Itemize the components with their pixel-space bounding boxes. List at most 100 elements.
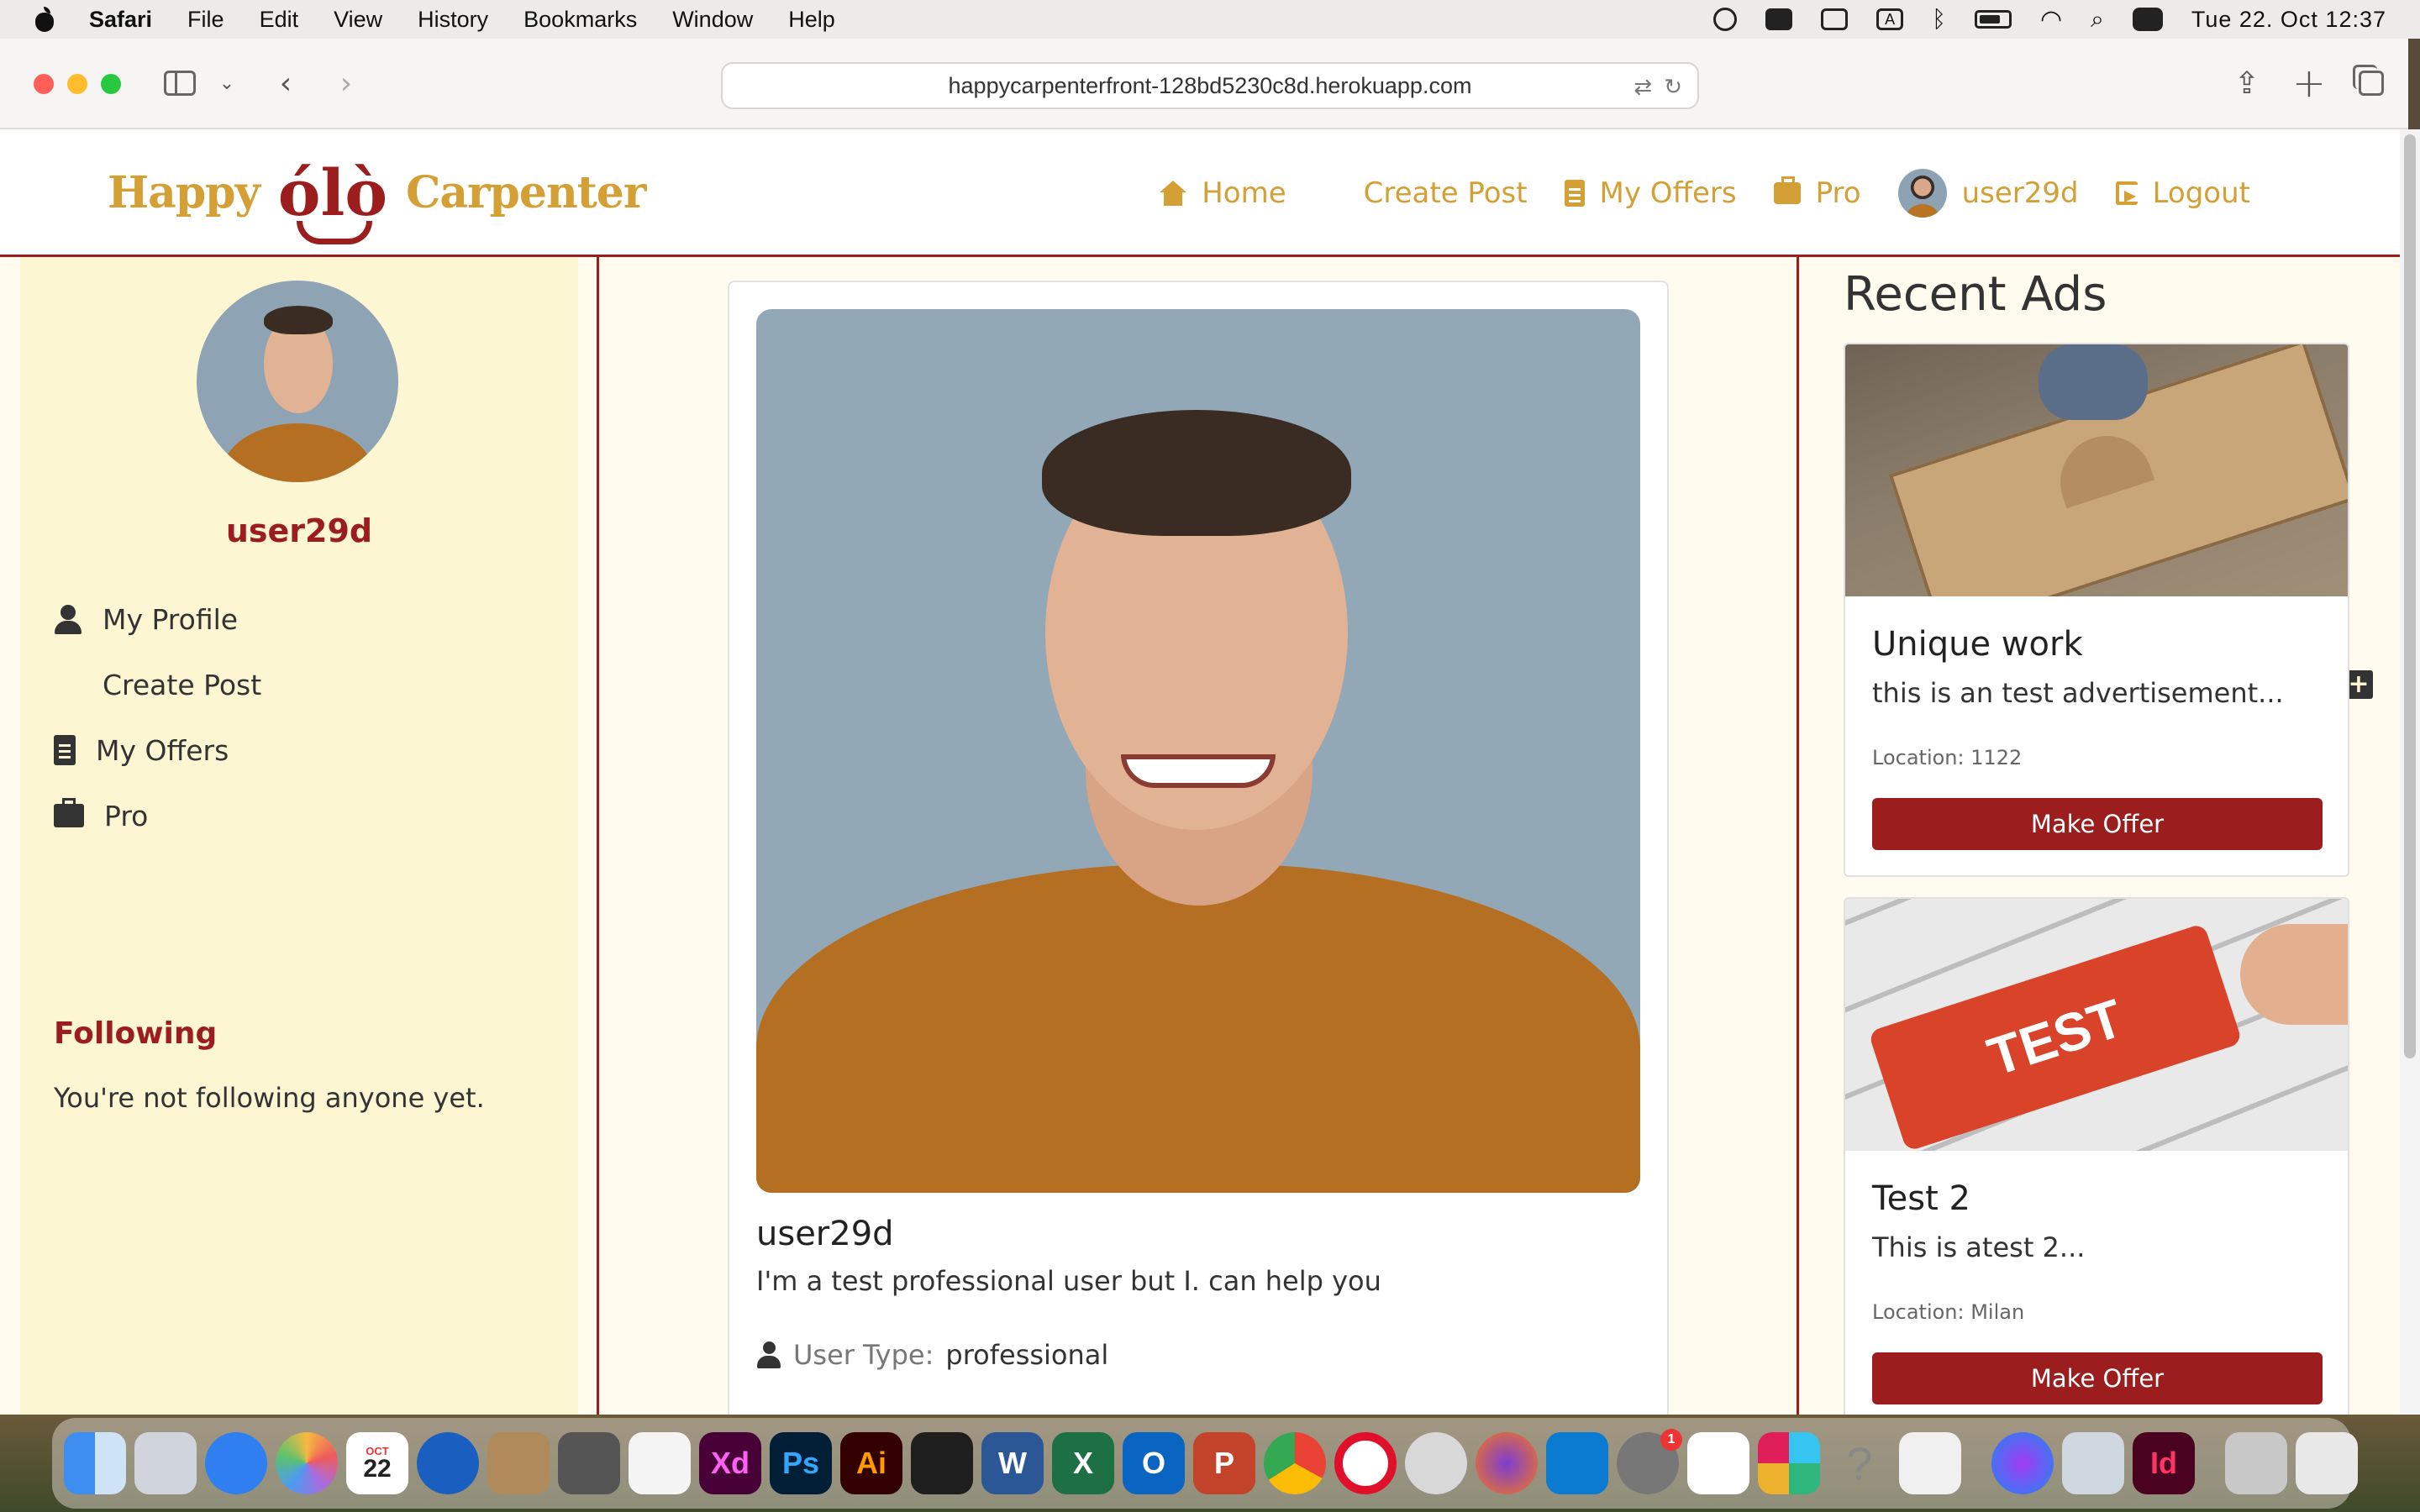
nav-logout[interactable]: Logout	[2115, 176, 2250, 210]
word-icon[interactable]: W	[981, 1432, 1044, 1494]
sidebar-item-create-post[interactable]: + Create Post	[54, 652, 2373, 717]
sidebar-item-pro[interactable]: Pro	[54, 783, 261, 848]
firefox-icon[interactable]	[1476, 1432, 1538, 1494]
reload-icon[interactable]: ↻	[1664, 74, 1682, 100]
ad-location: Location: 1122	[1872, 746, 2023, 769]
xd-label: Xd	[710, 1446, 750, 1480]
nav-create-post[interactable]: +Create Post	[1323, 176, 1528, 210]
close-window-icon[interactable]	[34, 74, 54, 94]
sidebar-item-label: Pro	[104, 799, 149, 832]
sidebar-icon	[164, 71, 196, 96]
minimize-window-icon[interactable]	[67, 74, 87, 94]
textedit-icon[interactable]	[629, 1432, 691, 1494]
xd-icon[interactable]: Xd	[699, 1432, 761, 1494]
fullscreen-window-icon[interactable]	[101, 74, 121, 94]
sidebar-item-my-offers[interactable]: My Offers	[54, 717, 261, 783]
nav-pro[interactable]: Pro	[1773, 176, 1861, 210]
spotlight-icon[interactable]: ⌕	[2091, 6, 2104, 34]
calendar-icon[interactable]: OCT 22	[346, 1432, 408, 1494]
translate-icon[interactable]: ⇄	[1634, 74, 1652, 100]
make-offer-button[interactable]: Make Offer	[1872, 798, 2323, 850]
chevron-down-icon[interactable]: ⌄	[217, 64, 237, 102]
system-settings-icon[interactable]: 1	[1617, 1429, 1682, 1494]
photoshop-icon[interactable]: Ps	[770, 1432, 832, 1494]
sidebar-avatar[interactable]	[197, 281, 398, 482]
profile-card: user29d I'm a test professional user but…	[728, 281, 1669, 1415]
chrome-icon[interactable]	[1264, 1432, 1326, 1494]
menu-view[interactable]: View	[334, 7, 382, 33]
downloads-icon[interactable]	[2225, 1432, 2287, 1494]
excel-icon[interactable]: X	[1052, 1432, 1114, 1494]
nav-user[interactable]: user29d	[1897, 169, 2079, 218]
wifi-icon[interactable]: ◠	[2040, 5, 2062, 34]
preview-icon[interactable]	[2062, 1432, 2124, 1494]
ad-title: Test 2	[1872, 1179, 1970, 1218]
new-tab-button[interactable]: +	[2291, 60, 2328, 107]
tab-overview-button[interactable]	[2353, 64, 2390, 102]
input-source-icon[interactable]: A	[1876, 8, 1904, 30]
status-area: A ᛒ ◠ ⌕ Tue 22. Oct 12:37	[1713, 0, 2386, 39]
vscode-icon[interactable]	[1546, 1432, 1608, 1494]
capcut-icon[interactable]	[1687, 1432, 1749, 1494]
opera-icon[interactable]	[1334, 1432, 1397, 1494]
drive-icon[interactable]	[1765, 8, 1793, 30]
share-button[interactable]: ⇪	[2228, 64, 2265, 102]
back-button[interactable]: ‹	[269, 64, 302, 102]
illustrator-icon[interactable]: Ai	[840, 1432, 902, 1494]
creative-cloud-icon[interactable]	[1713, 8, 1738, 31]
control-center-icon[interactable]	[2132, 8, 2163, 31]
menu-help[interactable]: Help	[788, 7, 835, 33]
address-bar[interactable]: happycarpenterfront-128bd5230c8d.herokua…	[721, 62, 1699, 109]
site-logo[interactable]: Happy ólò Carpenter	[108, 146, 646, 244]
contacts-icon[interactable]	[487, 1432, 550, 1494]
nav-home[interactable]: Home	[1160, 176, 1286, 210]
logo-mark: ólò	[278, 155, 387, 244]
photo-shirt	[756, 864, 1640, 1193]
outlook-icon[interactable]: O	[1123, 1432, 1185, 1494]
macos-dock: OCT 22 Xd Ps Ai W X O P 1 ? Id	[52, 1418, 2358, 1509]
nav-username: user29d	[1961, 176, 2079, 210]
photos-icon[interactable]	[276, 1432, 338, 1494]
help-icon[interactable]: ?	[1828, 1432, 1891, 1494]
forward-button[interactable]: ›	[329, 64, 363, 102]
finder-icon[interactable]	[64, 1432, 126, 1494]
sidebar-item-my-profile[interactable]: My Profile	[54, 586, 261, 652]
logo-word-carpenter: Carpenter	[406, 166, 646, 218]
menu-window[interactable]: Window	[672, 7, 753, 33]
address-bar-actions: ⇄ ↻	[1634, 74, 1682, 100]
clipboard-icon	[54, 735, 76, 765]
menubar-clock[interactable]: Tue 22. Oct 12:37	[2191, 7, 2386, 33]
slack-icon[interactable]	[1758, 1432, 1820, 1494]
bluetooth-icon[interactable]: ᛒ	[1932, 6, 1946, 33]
page-scrollbar-thumb[interactable]	[2404, 134, 2416, 1058]
indesign-icon[interactable]: Id	[2133, 1432, 2195, 1494]
sidebar-toggle-button[interactable]	[161, 64, 198, 102]
battery-icon[interactable]	[1974, 10, 2012, 29]
trash-icon[interactable]	[2296, 1432, 2358, 1494]
nav-my-offers[interactable]: My Offers	[1564, 176, 1737, 210]
messenger-icon[interactable]	[1991, 1432, 2054, 1494]
nav-links: Home +Create Post My Offers Pro user29d …	[1160, 129, 2250, 257]
menu-bookmarks[interactable]: Bookmarks	[523, 7, 637, 33]
whatsapp-icon[interactable]	[1405, 1432, 1467, 1494]
screen-mirror-icon[interactable]	[1821, 8, 1849, 30]
calculator-icon[interactable]	[558, 1432, 620, 1494]
ad-image-test-key[interactable]: TEST	[1845, 899, 2348, 1151]
user-type-value: professional	[945, 1339, 1109, 1371]
freeform-icon[interactable]	[1899, 1432, 1961, 1494]
window-controls	[34, 74, 121, 94]
thunderbird-icon[interactable]	[417, 1432, 479, 1494]
menu-app-name[interactable]: Safari	[89, 7, 152, 33]
powerpoint-icon[interactable]: P	[1193, 1432, 1255, 1494]
figma-icon[interactable]	[911, 1432, 973, 1494]
apple-menu-icon[interactable]	[34, 7, 55, 32]
macos-menubar: Safari File Edit View History Bookmarks …	[0, 0, 2420, 39]
launchpad-icon[interactable]	[134, 1432, 197, 1494]
menu-edit[interactable]: Edit	[260, 7, 299, 33]
ad-image-woodwork[interactable]	[1845, 344, 2348, 596]
menu-file[interactable]: File	[187, 7, 224, 33]
illustrator-label: Ai	[856, 1446, 886, 1480]
make-offer-button[interactable]: Make Offer	[1872, 1352, 2323, 1404]
safari-icon[interactable]	[205, 1432, 267, 1494]
menu-history[interactable]: History	[418, 7, 488, 33]
